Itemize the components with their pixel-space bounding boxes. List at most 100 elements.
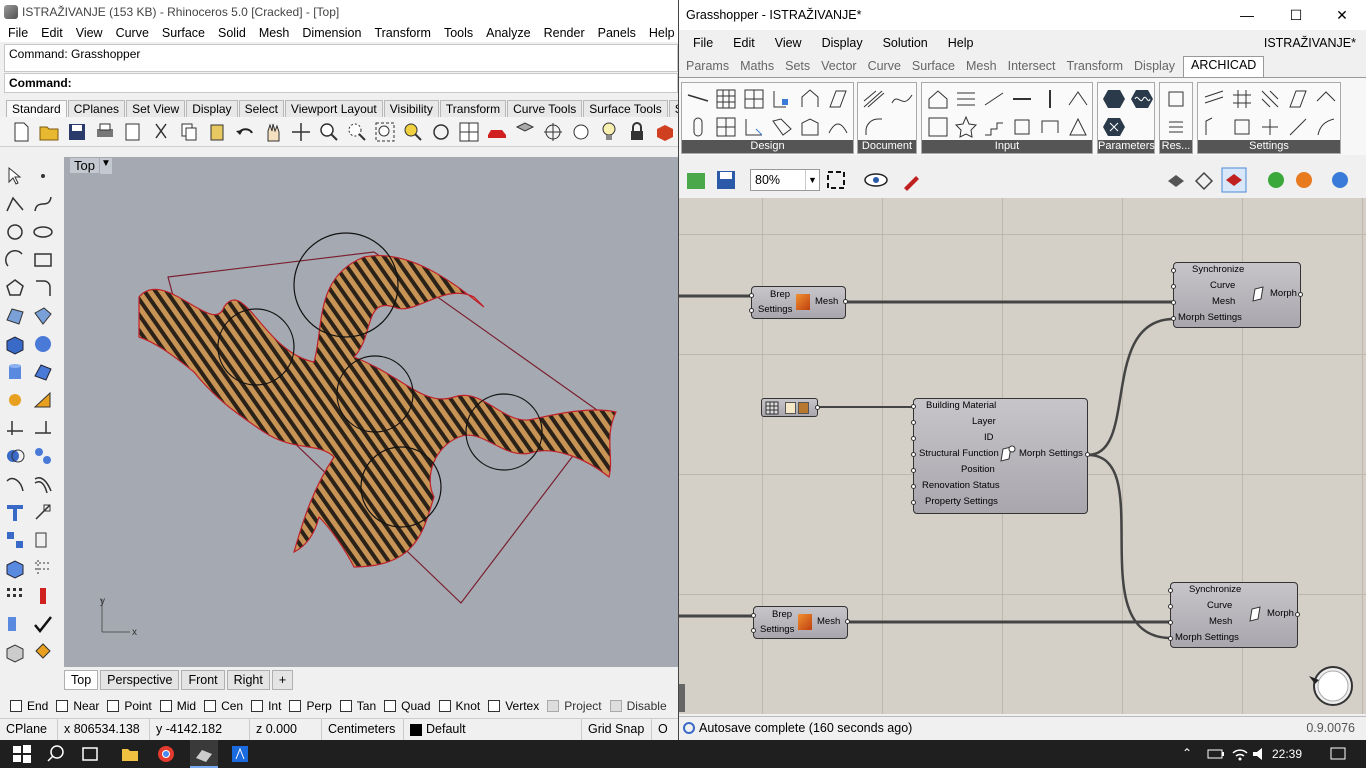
input-pin[interactable]: [751, 628, 756, 633]
checkbox[interactable]: [488, 700, 501, 712]
set-window-icon[interactable]: [1258, 115, 1282, 139]
output-pin[interactable]: [1085, 452, 1090, 457]
arc-icon[interactable]: [4, 249, 26, 271]
x-param-icon[interactable]: [1102, 115, 1126, 139]
input-pin[interactable]: [911, 436, 916, 441]
input-pin[interactable]: [911, 452, 916, 457]
gh-tab-params[interactable]: Params: [683, 56, 735, 77]
pan-hand-icon[interactable]: [262, 121, 284, 143]
settings-stair-icon[interactable]: [982, 115, 1006, 139]
curve-icon[interactable]: [32, 193, 54, 215]
lock-icon[interactable]: [626, 121, 648, 143]
shaded-mode-icon[interactable]: [1221, 167, 1247, 193]
output-pin[interactable]: [843, 299, 848, 304]
input-pin[interactable]: [1168, 604, 1173, 609]
menu-view[interactable]: View: [76, 24, 110, 42]
osnap-near[interactable]: Near: [56, 699, 99, 713]
battery-icon[interactable]: [1206, 744, 1226, 764]
osnap-end[interactable]: End: [10, 699, 48, 713]
gh-tab-curve[interactable]: Curve: [865, 56, 907, 77]
window-icon[interactable]: [770, 87, 794, 111]
door-icon[interactable]: [742, 115, 766, 139]
osnap-quad[interactable]: Quad: [384, 699, 431, 713]
taskbar-rhino-app[interactable]: [190, 740, 218, 768]
explode-icon[interactable]: [4, 389, 26, 411]
tray-chevron-up-icon[interactable]: ⌃: [1182, 746, 1192, 760]
input-pin[interactable]: [911, 420, 916, 425]
shell-icon[interactable]: [826, 115, 850, 139]
viewport-tab-perspective[interactable]: Perspective: [100, 670, 180, 690]
menu-tools[interactable]: Tools: [444, 24, 480, 42]
checkbox[interactable]: [204, 700, 217, 712]
input-pin[interactable]: [911, 500, 916, 505]
ellipse-icon[interactable]: [32, 221, 54, 243]
osnap-tan[interactable]: Tan: [339, 699, 376, 713]
group-icon[interactable]: [32, 445, 54, 467]
result-list-icon[interactable]: [1164, 115, 1188, 139]
array-icon[interactable]: [32, 557, 54, 579]
close-icon[interactable]: ✕: [1319, 0, 1365, 30]
extend-icon[interactable]: [32, 417, 54, 439]
preview-mode-icon[interactable]: [1165, 169, 1187, 191]
canvas-scrollbar[interactable]: [679, 684, 685, 712]
zoom-window-icon[interactable]: [346, 121, 368, 143]
open-folder-icon[interactable]: [38, 121, 60, 143]
copy-icon[interactable]: [178, 121, 200, 143]
surface-icon[interactable]: [4, 305, 26, 327]
material-icon[interactable]: [654, 121, 676, 143]
output-pin[interactable]: [815, 405, 820, 410]
menu-mesh[interactable]: Mesh: [259, 24, 297, 42]
set-wall-icon[interactable]: [1202, 87, 1226, 111]
light-bulb-icon[interactable]: [598, 121, 620, 143]
hexagon-param-icon[interactable]: [1102, 87, 1126, 111]
spline-icon[interactable]: [890, 87, 914, 111]
page-setup-icon[interactable]: [122, 121, 144, 143]
new-file-icon[interactable]: [10, 121, 32, 143]
settings-beam-icon[interactable]: [1010, 87, 1034, 111]
status-more[interactable]: O: [652, 719, 674, 741]
grasshopper-canvas[interactable]: Brep Settings Mesh Synchronize Curve Mes…: [679, 198, 1366, 714]
checkbox[interactable]: [251, 700, 264, 712]
set-column-icon[interactable]: [1230, 87, 1254, 111]
tab-select[interactable]: Select: [238, 100, 284, 117]
preview-eye-icon[interactable]: [863, 169, 889, 191]
move-cross-icon[interactable]: [290, 121, 312, 143]
search-icon[interactable]: [46, 744, 66, 764]
set-shell-icon[interactable]: [1314, 115, 1338, 139]
menu-render[interactable]: Render: [544, 24, 592, 42]
osnap-mid[interactable]: Mid: [159, 699, 196, 713]
checkbox[interactable]: [547, 700, 560, 712]
input-pin[interactable]: [749, 293, 754, 298]
viewport-tab-right[interactable]: Right: [226, 670, 270, 690]
column-grid-icon[interactable]: [714, 87, 738, 111]
trim-icon[interactable]: [4, 417, 26, 439]
windows-start-icon[interactable]: [12, 744, 32, 764]
beam-icon[interactable]: [742, 87, 766, 111]
gh-tab-maths[interactable]: Maths: [737, 56, 780, 77]
morph-settings-component[interactable]: Building Material Layer ID Structural Fu…: [911, 398, 1090, 514]
input-pin[interactable]: [1171, 268, 1176, 273]
layout-icon[interactable]: [4, 529, 26, 551]
output-pin[interactable]: [845, 619, 850, 624]
status-units[interactable]: Centimeters: [322, 718, 404, 741]
tab-transform[interactable]: Transform: [439, 100, 507, 117]
four-viewports-icon[interactable]: [458, 121, 480, 143]
wifi-icon[interactable]: [1230, 744, 1250, 764]
maximize-icon[interactable]: ☐: [1273, 0, 1319, 30]
checkbox[interactable]: [609, 700, 622, 712]
menu-transform[interactable]: Transform: [374, 24, 438, 42]
slab-icon[interactable]: [826, 87, 850, 111]
gh-tab-vector[interactable]: Vector: [818, 56, 862, 77]
wave-param-icon[interactable]: [1130, 87, 1154, 111]
input-pin[interactable]: [1171, 284, 1176, 289]
selection-filter-icon[interactable]: [570, 121, 592, 143]
sphere-icon[interactable]: [32, 333, 54, 355]
settings-house-icon[interactable]: [926, 87, 950, 111]
settings-slab-icon[interactable]: [982, 87, 1006, 111]
settings-column-icon[interactable]: [1038, 87, 1062, 111]
menu-panels[interactable]: Panels: [598, 24, 643, 42]
hatch-icon[interactable]: [862, 87, 886, 111]
command-prompt[interactable]: Command:: [4, 73, 678, 93]
zoom-extents-icon[interactable]: [825, 169, 847, 191]
arc-doc-icon[interactable]: [862, 115, 886, 139]
